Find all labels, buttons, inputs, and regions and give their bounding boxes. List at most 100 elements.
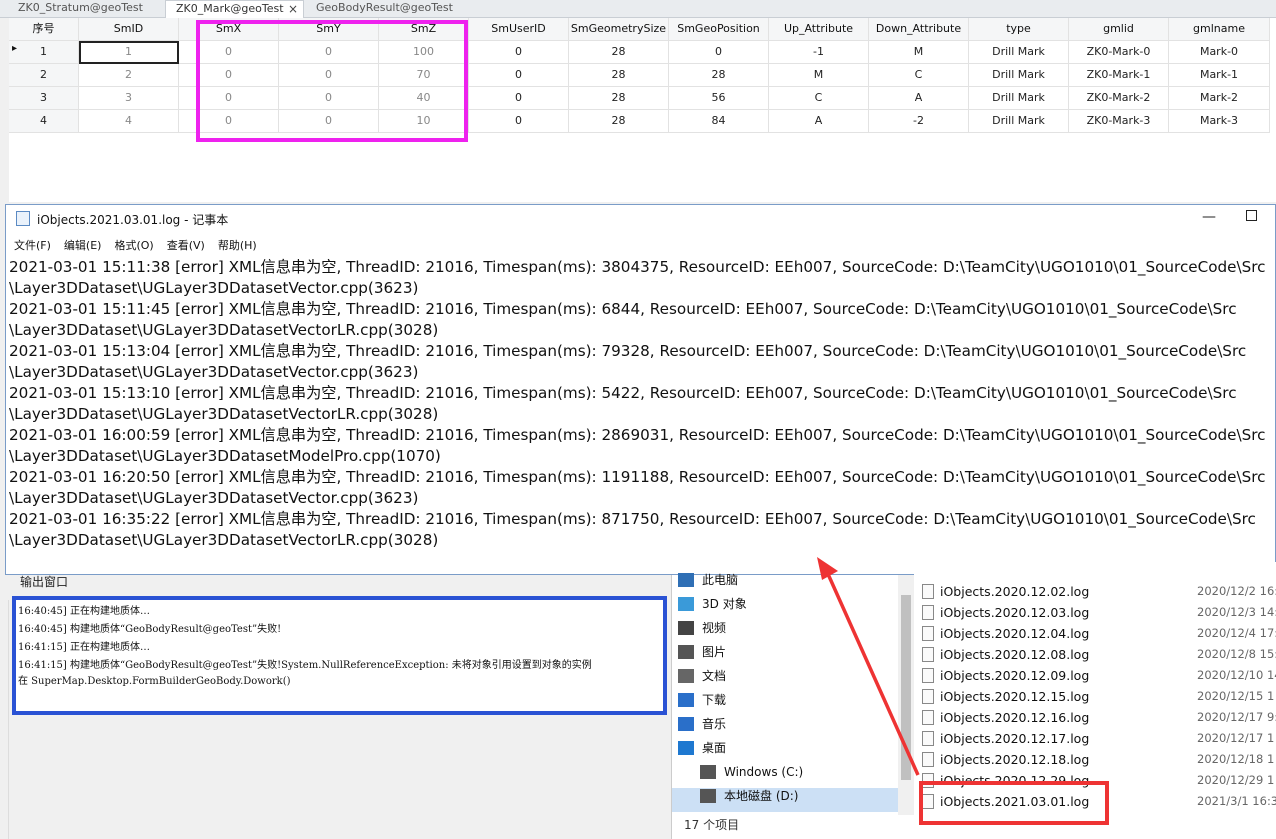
file-item-partial[interactable]: iObjects.2020.12.01.log [940, 560, 1089, 572]
table-cell[interactable]: 0 [469, 110, 569, 133]
table-cell[interactable]: ZK0-Mark-0 [1069, 41, 1169, 64]
menu-format[interactable]: 格式(O) [114, 236, 153, 256]
file-item[interactable]: iObjects.2020.12.08.log [922, 644, 1090, 665]
column-header[interactable]: Down_Attribute [869, 18, 969, 41]
table-cell[interactable]: 1 [79, 41, 179, 64]
notepad-title-bar[interactable]: iObjects.2021.03.01.log - 记事本 — [6, 205, 1275, 231]
table-cell[interactable]: 28 [669, 64, 769, 87]
text-file-icon [922, 647, 934, 662]
column-header[interactable]: gmlname [1169, 18, 1270, 41]
minimize-icon[interactable]: — [1202, 209, 1216, 225]
table-cell[interactable]: Drill Mark [969, 41, 1069, 64]
table-cell[interactable]: ZK0-Mark-1 [1069, 64, 1169, 87]
tab-geobodyresult[interactable]: GeoBodyResult@geoTest [304, 0, 464, 18]
column-header[interactable]: SmUserID [469, 18, 569, 41]
table-cell[interactable]: Drill Mark [969, 64, 1069, 87]
file-name: iObjects.2020.12.08.log [940, 647, 1090, 662]
nav-item[interactable]: 文档 [678, 664, 726, 688]
file-item[interactable]: iObjects.2020.12.03.log [922, 602, 1090, 623]
file-item[interactable]: iObjects.2020.12.17.log [922, 728, 1089, 749]
menu-help[interactable]: 帮助(H) [218, 236, 257, 256]
nav-item[interactable]: 桌面 [678, 736, 726, 760]
column-header[interactable]: gmlid [1069, 18, 1169, 41]
notepad-text-area[interactable]: 2021-03-01 15:11:38 [error] XML信息串为空, Th… [9, 257, 1275, 573]
tab-zk0-mark[interactable]: ZK0_Mark@geoTest × [165, 0, 304, 18]
file-item[interactable]: iObjects.2020.12.15.log [922, 686, 1089, 707]
table-cell[interactable]: 28 [569, 64, 669, 87]
table-cell[interactable]: Mark-3 [1169, 110, 1270, 133]
column-header[interactable]: type [969, 18, 1069, 41]
nav-item-label: 本地磁盘 (D:) [724, 789, 799, 803]
table-cell[interactable]: 4 [79, 110, 179, 133]
nav-item[interactable]: 音乐 [678, 712, 726, 736]
file-item[interactable]: iObjects.2020.12.09.log [922, 665, 1089, 686]
table-cell[interactable]: Mark-2 [1169, 87, 1270, 110]
nav-item[interactable]: 图片 [678, 640, 726, 664]
file-name: iObjects.2020.12.03.log [940, 605, 1090, 620]
column-header[interactable]: SmGeoPosition [669, 18, 769, 41]
table-cell[interactable]: A [869, 87, 969, 110]
close-icon[interactable]: × [288, 1, 298, 17]
table-cell[interactable]: 28 [569, 87, 669, 110]
notepad-menu-bar: 文件(F) 编辑(E) 格式(O) 查看(V) 帮助(H) [6, 234, 262, 254]
column-header[interactable]: Up_Attribute [769, 18, 869, 41]
table-cell[interactable]: 28 [569, 110, 669, 133]
document-tab-strip: ZK0_Stratum@geoTest ZK0_Mark@geoTest × Ge… [0, 0, 1276, 18]
log-line: 2021-03-01 16:00:59 [error] XML信息串为空, Th… [9, 426, 1266, 444]
column-header[interactable]: SmID [79, 18, 179, 41]
table-cell[interactable]: M [769, 64, 869, 87]
file-item[interactable]: iObjects.2020.12.04.log [922, 623, 1089, 644]
splitter[interactable] [1, 600, 9, 839]
table-cell[interactable]: A [769, 110, 869, 133]
table-cell[interactable]: -2 [869, 110, 969, 133]
nav-item[interactable]: 此电脑 [678, 568, 738, 592]
menu-file[interactable]: 文件(F) [14, 236, 51, 256]
drive-icon [700, 765, 716, 779]
output-window-log[interactable]: 16:40:45] 正在构建地质体… 16:40:45] 构建地质体“GeoBod… [12, 596, 667, 715]
table-cell[interactable]: Drill Mark [969, 110, 1069, 133]
row-number[interactable]: 1 [9, 41, 79, 64]
nav-item-label: 3D 对象 [702, 597, 747, 611]
table-cell[interactable]: ZK0-Mark-3 [1069, 110, 1169, 133]
nav-scrollbar[interactable] [898, 575, 914, 815]
nav-item[interactable]: 视频 [678, 616, 726, 640]
scrollbar-thumb[interactable] [901, 595, 911, 780]
column-header[interactable]: SmGeometrySize [569, 18, 669, 41]
notepad-window[interactable]: iObjects.2021.03.01.log - 记事本 — 文件(F) 编辑(… [5, 204, 1276, 575]
nav-item[interactable]: 下载 [678, 688, 726, 712]
file-item[interactable]: iObjects.2020.12.02.log [922, 581, 1090, 602]
table-cell[interactable]: Drill Mark [969, 87, 1069, 110]
table-cell[interactable]: Mark-0 [1169, 41, 1270, 64]
table-cell[interactable]: 2 [79, 64, 179, 87]
table-cell[interactable]: M [869, 41, 969, 64]
nav-item[interactable]: 本地磁盘 (D:) [700, 784, 799, 808]
table-cell[interactable]: 28 [569, 41, 669, 64]
table-cell[interactable]: 56 [669, 87, 769, 110]
table-cell[interactable]: 3 [79, 87, 179, 110]
row-number[interactable]: 2 [9, 64, 79, 87]
nav-item[interactable]: 3D 对象 [678, 592, 747, 616]
table-cell[interactable]: 0 [469, 64, 569, 87]
table-cell[interactable]: 0 [669, 41, 769, 64]
table-cell[interactable]: 0 [469, 87, 569, 110]
output-line: 16:40:45] 构建地质体“GeoBodyResult@geoTest”失败… [18, 624, 282, 635]
menu-edit[interactable]: 编辑(E) [64, 236, 102, 256]
maximize-icon[interactable] [1246, 210, 1257, 221]
table-cell[interactable]: C [869, 64, 969, 87]
menu-view[interactable]: 查看(V) [167, 236, 205, 256]
table-cell[interactable]: C [769, 87, 869, 110]
row-number[interactable]: 3 [9, 87, 79, 110]
table-cell[interactable]: 84 [669, 110, 769, 133]
nav-item[interactable]: Windows (C:) [700, 760, 803, 784]
log-line: 2021-03-01 15:13:10 [error] XML信息串为空, Th… [9, 384, 1237, 402]
table-cell[interactable]: Mark-1 [1169, 64, 1270, 87]
table-cell[interactable]: ZK0-Mark-2 [1069, 87, 1169, 110]
table-cell[interactable]: -1 [769, 41, 869, 64]
tab-zk0-stratum[interactable]: ZK0_Stratum@geoTest [0, 0, 165, 18]
file-name: iObjects.2020.12.02.log [940, 584, 1090, 599]
table-cell[interactable]: 0 [469, 41, 569, 64]
file-item[interactable]: iObjects.2020.12.18.log [922, 749, 1089, 770]
column-header[interactable]: 序号 [9, 18, 79, 41]
row-number[interactable]: 4 [9, 110, 79, 133]
file-item[interactable]: iObjects.2020.12.16.log [922, 707, 1089, 728]
